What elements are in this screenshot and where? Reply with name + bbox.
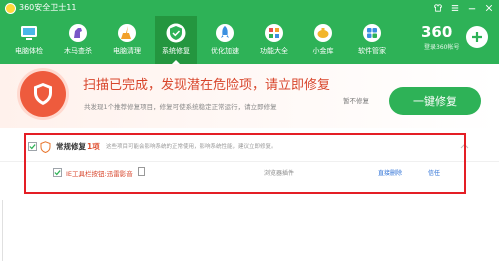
rocket-icon bbox=[214, 22, 236, 44]
login-link[interactable]: 登录360帐号 bbox=[424, 42, 459, 51]
divider bbox=[2, 200, 3, 261]
nav-label: 木马查杀 bbox=[64, 47, 92, 55]
nav-label: 电脑体检 bbox=[15, 47, 43, 55]
scan-result-banner: 扫描已完成，发现潜在危险项，请立即修复 共发现1个推荐修复项目，修复可使系统稳定… bbox=[0, 64, 499, 128]
nav-item-speedup[interactable]: 优化加速 bbox=[204, 16, 246, 64]
nav-item-trojan[interactable]: 木马查杀 bbox=[57, 16, 99, 64]
skip-repair-link[interactable]: 暂不修复 bbox=[343, 95, 369, 105]
nav-label: 系统修复 bbox=[162, 47, 190, 55]
nav-item-vault[interactable]: 小金库 bbox=[302, 16, 344, 64]
nav-item-features[interactable]: 功能大全 bbox=[253, 16, 295, 64]
minimize-icon[interactable] bbox=[468, 3, 476, 13]
window-controls bbox=[434, 2, 493, 14]
nav-item-cleanup[interactable]: 电脑清理 bbox=[106, 16, 148, 64]
app-store-icon bbox=[361, 22, 383, 44]
nav-item-software[interactable]: 软件管家 bbox=[351, 16, 393, 64]
warning-shield-icon bbox=[20, 71, 66, 117]
top-header: 360安全卫士11 电脑体检 木马查杀 电脑清理 系统修复 优化加速 功能大全 … bbox=[0, 0, 499, 64]
plus-icon bbox=[472, 32, 482, 42]
piggy-bank-icon bbox=[312, 22, 334, 44]
menu-icon[interactable] bbox=[451, 3, 459, 13]
nav-label: 功能大全 bbox=[260, 47, 288, 55]
shirt-icon[interactable] bbox=[434, 3, 442, 13]
main-nav: 电脑体检 木马查杀 电脑清理 系统修复 优化加速 功能大全 小金库 软件管家 bbox=[8, 16, 400, 64]
banner-title: 扫描已完成，发现潜在危险项，请立即修复 bbox=[83, 78, 331, 93]
nav-item-repair[interactable]: 系统修复 bbox=[155, 16, 197, 64]
brand-logo: 360 bbox=[421, 23, 453, 41]
one-click-repair-button[interactable]: 一键修复 bbox=[389, 87, 481, 115]
nav-label: 小金库 bbox=[312, 47, 334, 55]
grid-icon bbox=[263, 22, 285, 44]
highlight-annotation bbox=[24, 133, 466, 194]
close-icon[interactable] bbox=[485, 3, 493, 13]
nav-label: 电脑清理 bbox=[113, 47, 141, 55]
login-button[interactable] bbox=[466, 26, 488, 48]
monitor-icon bbox=[18, 22, 40, 44]
nav-label: 软件管家 bbox=[358, 47, 386, 55]
horse-icon bbox=[67, 22, 89, 44]
nav-item-checkup[interactable]: 电脑体检 bbox=[8, 16, 50, 64]
shield-icon bbox=[165, 22, 187, 44]
app-title: 360安全卫士11 bbox=[19, 3, 77, 12]
banner-description: 共发现1个推荐修复项目，修复可使系统稳定正常运行，请立即修复 bbox=[84, 103, 277, 111]
app-logo-icon bbox=[5, 3, 16, 14]
broom-icon bbox=[116, 22, 138, 44]
nav-label: 优化加速 bbox=[211, 47, 239, 55]
